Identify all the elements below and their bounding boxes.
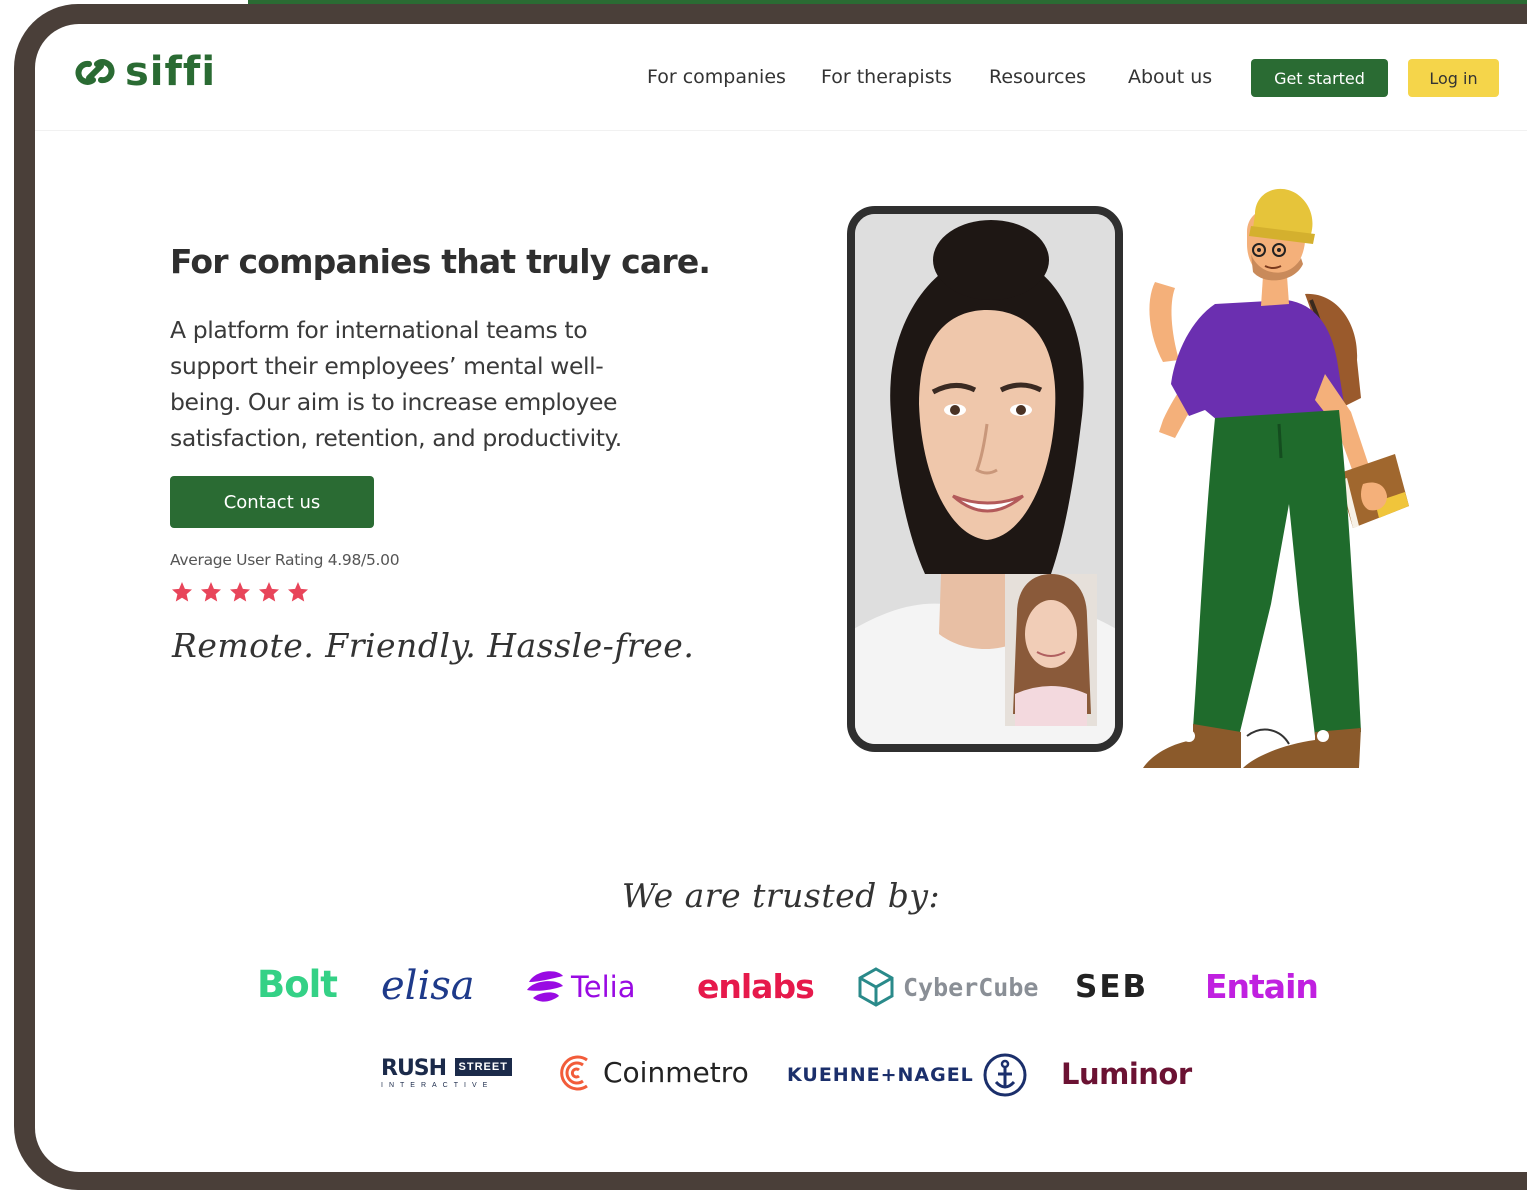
cybercube-text: CyberCube xyxy=(903,972,1039,1002)
rating-text: Average User Rating 4.98/5.00 xyxy=(170,551,400,569)
rush-street-logo[interactable]: RUSH STREET INTERACTIVE xyxy=(381,1058,512,1089)
log-in-button[interactable]: Log in xyxy=(1408,59,1499,97)
cybercube-icon xyxy=(858,967,894,1007)
nav-about-us[interactable]: About us xyxy=(1128,66,1212,88)
coinmetro-logo[interactable]: Coinmetro xyxy=(557,1054,749,1092)
rating-stars xyxy=(170,580,310,604)
nav-resources[interactable]: Resources xyxy=(989,66,1086,88)
hero-title: For companies that truly care. xyxy=(170,242,711,281)
interactive-text: INTERACTIVE xyxy=(381,1082,494,1089)
street-text: STREET xyxy=(454,1058,512,1076)
coinmetro-text: Coinmetro xyxy=(603,1056,749,1089)
bolt-logo[interactable]: Bolt xyxy=(257,966,338,1003)
coinmetro-icon xyxy=(560,1055,588,1091)
hero-description: A platform for international teams to su… xyxy=(170,316,622,452)
enlabs-logo[interactable]: enlabs xyxy=(697,970,815,1003)
trusted-title: We are trusted by: xyxy=(621,876,941,915)
therapist-video-image xyxy=(855,214,1115,744)
contact-us-button[interactable]: Contact us xyxy=(170,476,374,528)
illustration-person xyxy=(1143,188,1409,768)
site-header: siffi For companies For therapists Resou… xyxy=(35,24,1527,131)
star-icon xyxy=(259,582,279,602)
browser-screen: siffi For companies For therapists Resou… xyxy=(35,24,1527,1172)
telia-logo[interactable]: Telia xyxy=(525,968,636,1006)
entain-logo[interactable]: Entain xyxy=(1205,970,1319,1003)
brand-name: siffi xyxy=(125,49,217,95)
star-icon xyxy=(230,582,250,602)
kuehne-nagel-text: KUEHNE+NAGEL xyxy=(787,1063,974,1086)
rush-text: RUSH xyxy=(381,1056,447,1081)
star-icon xyxy=(172,582,192,602)
star-icon xyxy=(288,582,308,602)
get-started-button[interactable]: Get started xyxy=(1251,59,1388,97)
nav-for-therapists[interactable]: For therapists xyxy=(821,66,952,88)
nav-for-companies[interactable]: For companies xyxy=(647,66,786,88)
star-icon xyxy=(201,582,221,602)
telia-text: Telia xyxy=(571,969,636,1004)
luminor-logo[interactable]: Luminor xyxy=(1061,1060,1192,1089)
seb-logo[interactable]: SEB xyxy=(1075,972,1148,1003)
cybercube-logo[interactable]: CyberCube xyxy=(857,967,1038,1007)
anchor-icon xyxy=(983,1053,1027,1097)
kuehne-nagel-logo[interactable]: KUEHNE+NAGEL xyxy=(787,1052,1028,1098)
hero-tagline: Remote. Friendly. Hassle-free. xyxy=(172,626,695,665)
video-call-phone xyxy=(847,206,1123,752)
siffi-logo-icon xyxy=(75,59,115,85)
siffi-logo[interactable]: siffi xyxy=(75,52,216,92)
telia-icon xyxy=(527,971,563,1002)
elisa-logo[interactable]: elisa xyxy=(381,966,475,1006)
